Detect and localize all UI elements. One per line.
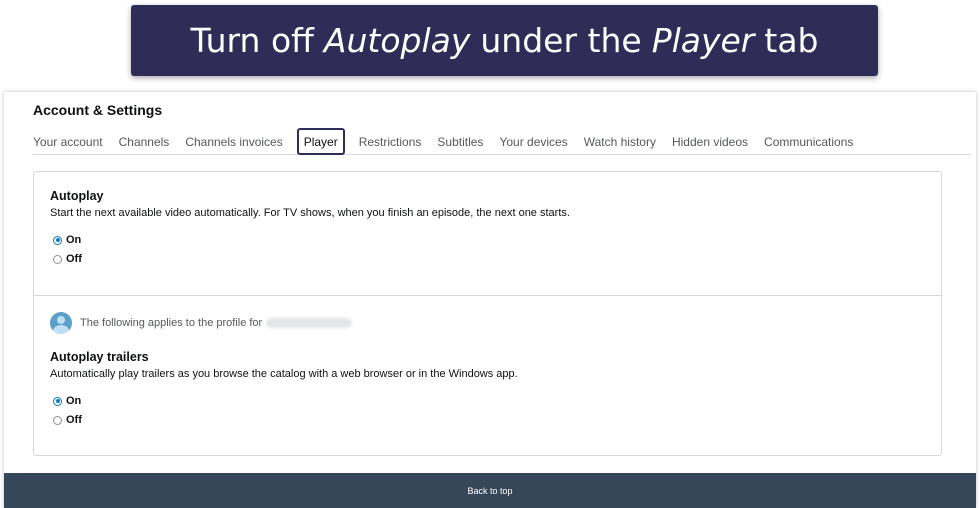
tab-hidden-videos[interactable]: Hidden videos <box>672 128 748 149</box>
trailers-on-option[interactable]: On <box>53 395 81 407</box>
autoplay-off-radio[interactable] <box>53 254 62 264</box>
autoplay-off-option[interactable]: Off <box>53 253 82 265</box>
banner-text-4: Player <box>651 21 755 60</box>
autoplay-on-option[interactable]: On <box>53 234 81 246</box>
tab-subtitles[interactable]: Subtitles <box>437 128 483 149</box>
profile-text: The following applies to the profile for <box>80 317 263 329</box>
page-title: Account & Settings <box>33 102 163 118</box>
blurred-profile-name <box>266 318 353 328</box>
tab-channels[interactable]: Channels <box>119 128 170 149</box>
autoplay-on-label: On <box>66 234 82 246</box>
trailers-off-label: Off <box>66 414 82 426</box>
trailers-off-option[interactable]: Off <box>53 414 82 426</box>
profile-avatar-icon <box>50 312 72 334</box>
settings-page: Account & Settings Your account Channels… <box>4 92 976 508</box>
tab-player[interactable]: Player <box>296 128 345 155</box>
banner-text-3: under the <box>480 21 642 60</box>
autoplay-trailers-title: Autoplay trailers <box>50 350 149 364</box>
section-divider <box>34 295 941 296</box>
back-to-top-link[interactable]: Back to top <box>467 486 512 496</box>
trailers-off-radio[interactable] <box>53 415 62 425</box>
settings-tabs: Your account Channels Channels invoices … <box>33 128 971 155</box>
autoplay-on-radio[interactable] <box>53 235 62 245</box>
autoplay-title: Autoplay <box>50 189 104 203</box>
profile-row: The following applies to the profile for <box>50 312 353 334</box>
banner-text-2: Autoplay <box>323 21 471 60</box>
tab-restrictions[interactable]: Restrictions <box>359 128 422 149</box>
tab-communications[interactable]: Communications <box>764 128 853 149</box>
tab-channels-invoices[interactable]: Channels invoices <box>185 128 282 149</box>
tab-watch-history[interactable]: Watch history <box>584 128 656 149</box>
instruction-banner: Turn off Autoplay under the Player tab <box>131 5 878 76</box>
autoplay-description: Start the next available video automatic… <box>50 207 570 219</box>
banner-text-1: Turn off <box>190 21 314 60</box>
player-settings-card: Autoplay Start the next available video … <box>33 171 942 456</box>
trailers-on-label: On <box>66 395 82 407</box>
back-to-top-bar[interactable]: Back to top <box>4 473 976 508</box>
tab-your-account[interactable]: Your account <box>33 128 103 149</box>
autoplay-trailers-description: Automatically play trailers as you brows… <box>50 368 518 380</box>
tab-your-devices[interactable]: Your devices <box>499 128 567 149</box>
banner-text-5: tab <box>764 21 819 60</box>
autoplay-off-label: Off <box>66 253 82 265</box>
trailers-on-radio[interactable] <box>53 396 62 406</box>
